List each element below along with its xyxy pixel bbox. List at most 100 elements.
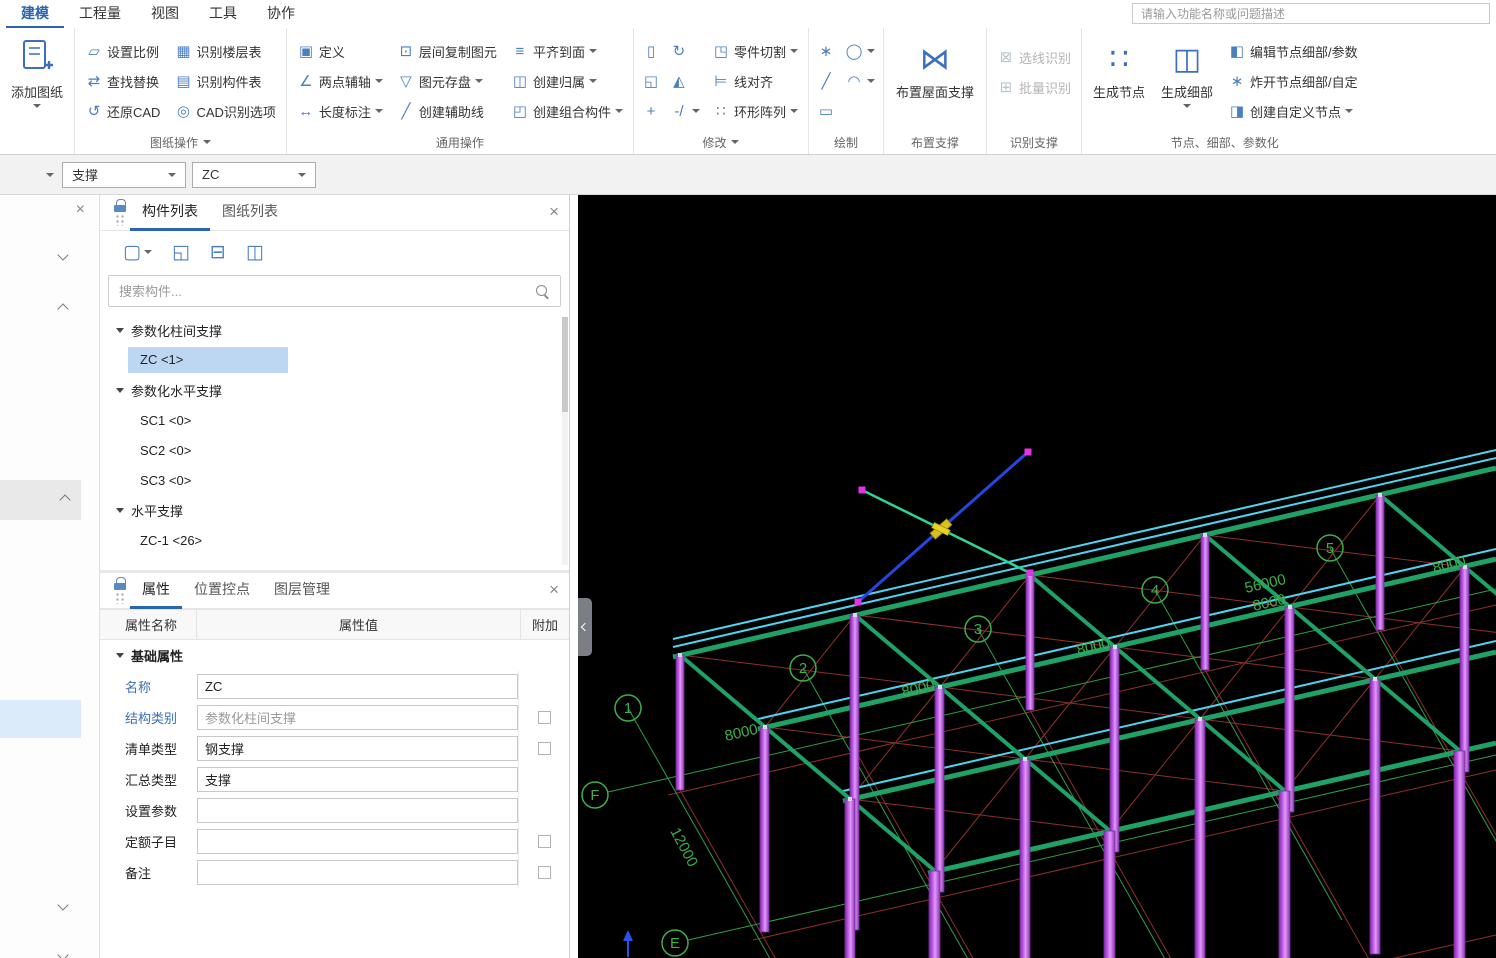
tree-group[interactable]: 参数化柱间支撑 — [100, 315, 569, 345]
tab-properties[interactable]: 属性 — [130, 573, 182, 609]
collapse-chevron-icon[interactable] — [57, 249, 69, 261]
remark-input[interactable] — [197, 860, 518, 885]
global-search-input[interactable] — [1132, 3, 1490, 24]
tab-sheet-list[interactable]: 图纸列表 — [210, 195, 290, 231]
close-icon[interactable]: × — [549, 202, 559, 222]
delete-component-button[interactable]: ⊟ — [203, 239, 233, 266]
create-ownership-button[interactable]: ◫ 创建归属 — [505, 66, 629, 96]
component-search[interactable] — [108, 275, 561, 307]
menu-tab-collaborate[interactable]: 协作 — [252, 0, 310, 28]
panel-grip[interactable] — [110, 577, 130, 604]
align-to-surface-button[interactable]: ≡ 平齐到面 — [505, 36, 629, 66]
two-point-axis-button[interactable]: ∠ 两点辅轴 — [291, 66, 389, 96]
ring-array-button[interactable]: ∷ 环形阵列 — [706, 96, 804, 126]
copy-between-floors-button[interactable]: ⊡ 层间复制图元 — [391, 36, 503, 66]
group-label-sheet-ops[interactable]: 图纸操作 — [79, 130, 282, 154]
copy-component-button[interactable]: ◱ — [165, 239, 197, 266]
menu-tab-tools[interactable]: 工具 — [194, 0, 252, 28]
close-icon[interactable]: × — [549, 580, 559, 600]
model-3d-view[interactable]: 1 2 3 4 5 F E 8000 8000 8000 56000 8000 … — [578, 195, 1496, 958]
scrollbar-thumb[interactable] — [562, 317, 568, 412]
create-composite-button[interactable]: ◰ 创建组合构件 — [505, 96, 629, 126]
add-drawing-button[interactable]: 添加图纸 — [4, 36, 70, 108]
tree-group[interactable]: 参数化水平支撑 — [100, 375, 569, 405]
menu-tab-quantities[interactable]: 工程量 — [64, 0, 136, 28]
delete-button[interactable]: ▯ — [638, 36, 664, 66]
panel-collapse-handle[interactable] — [578, 598, 592, 656]
recognize-floor-table-button[interactable]: ▦ 识别楼层表 — [168, 36, 281, 66]
expand-chevron-icon[interactable] — [57, 303, 69, 315]
tab-component-list[interactable]: 构件列表 — [130, 195, 210, 231]
set-scale-button[interactable]: ▱ 设置比例 — [79, 36, 166, 66]
component-search-input[interactable] — [119, 283, 535, 299]
explode-node-detail-button[interactable]: ∗ 炸开节点细部/自定 — [1222, 66, 1364, 96]
tree-item[interactable]: ZC-1 <26> — [100, 525, 569, 555]
group-label-place-brace: 布置支撑 — [910, 135, 959, 150]
close-icon[interactable]: × — [76, 201, 85, 219]
tab-position-handles[interactable]: 位置控点 — [182, 573, 262, 609]
part-cut-button[interactable]: ◳ 零件切割 — [706, 36, 804, 66]
recognize-by-line-button[interactable]: ⊠ 选线识别 — [991, 42, 1077, 72]
extra-checkbox[interactable] — [537, 835, 551, 848]
place-roof-brace-button[interactable]: ⋈ 布置屋面支撑 — [888, 36, 982, 101]
collapse-chevron-icon[interactable] — [57, 949, 69, 958]
restore-cad-button[interactable]: ↺ 还原CAD — [79, 96, 166, 126]
extra-checkbox[interactable] — [537, 742, 551, 755]
tree-item[interactable]: SC2 <0> — [100, 435, 569, 465]
axis-label: 4 — [1151, 582, 1159, 599]
dock-selected-item[interactable] — [0, 700, 81, 738]
copy-button[interactable]: ◱ — [638, 66, 664, 96]
generate-detail-button[interactable]: ◫ 生成细部 — [1154, 36, 1220, 108]
summary-type-input[interactable]: 支撑 — [197, 767, 518, 792]
save-elements-button[interactable]: ▽ 图元存盘 — [391, 66, 503, 96]
find-replace-button[interactable]: ⇄ 查找替换 — [79, 66, 166, 96]
edit-node-detail-button[interactable]: ◧ 编辑节点细部/参数 — [1222, 36, 1364, 66]
section-basic-properties[interactable]: 基础属性 — [100, 640, 569, 671]
draw-point-button[interactable]: ∗ — [813, 36, 839, 66]
clipped-dropdown[interactable] — [0, 172, 62, 177]
component-dropdown[interactable]: ZC — [192, 161, 316, 188]
collapse-chevron-icon[interactable] — [57, 899, 69, 911]
new-component-button[interactable]: ▢ — [116, 239, 159, 266]
length-annotation-button[interactable]: ↔ 长度标注 — [291, 96, 389, 126]
trim-extend-button[interactable]: -/ — [666, 96, 704, 126]
category-dropdown[interactable]: 支撑 — [62, 161, 186, 188]
extra-checkbox[interactable] — [537, 866, 551, 879]
group-label-modify[interactable]: 修改 — [638, 130, 804, 154]
create-custom-node-button[interactable]: ◨ 创建自定义节点 — [1222, 96, 1364, 126]
rotate-button[interactable]: ↻ — [666, 36, 704, 66]
name-value-input[interactable]: ZC — [197, 674, 518, 699]
store-component-button[interactable]: ◫ — [239, 239, 271, 266]
draw-line-button[interactable]: ╱ — [813, 66, 839, 96]
lock-icon[interactable] — [114, 577, 126, 590]
dock-section[interactable] — [0, 480, 81, 520]
panel-grip[interactable] — [110, 199, 130, 226]
tree-group[interactable]: 水平支撑 — [100, 495, 569, 525]
structure-type-input[interactable]: 参数化柱间支撑 — [197, 705, 518, 730]
tab-layer-management[interactable]: 图层管理 — [262, 573, 342, 609]
quota-item-input[interactable] — [197, 829, 518, 854]
mirror-button[interactable]: ◭ — [666, 66, 704, 96]
generate-node-button[interactable]: ∷ 生成节点 — [1086, 36, 1152, 101]
scrollbar[interactable] — [562, 317, 568, 565]
parameters-input[interactable] — [197, 798, 518, 823]
draw-rect-button[interactable]: ▭ — [813, 96, 839, 126]
line-align-button[interactable]: ⊨ 线对齐 — [706, 66, 804, 96]
list-type-input[interactable]: 钢支撑 — [197, 736, 518, 761]
cad-recognition-options-button[interactable]: ◎ CAD识别选项 — [168, 96, 281, 126]
tree-item[interactable]: SC1 <0> — [100, 405, 569, 435]
draw-arc-button[interactable]: ◠ — [841, 66, 879, 96]
extra-checkbox[interactable] — [537, 711, 551, 724]
tree-item[interactable]: SC3 <0> — [100, 465, 569, 495]
define-button[interactable]: ▣ 定义 — [291, 36, 389, 66]
batch-recognize-button[interactable]: ⊞ 批量识别 — [991, 72, 1077, 102]
move-button[interactable]: + — [638, 96, 664, 126]
viewport-3d[interactable]: 1 2 3 4 5 F E 8000 8000 8000 56000 8000 … — [578, 195, 1496, 958]
create-guideline-button[interactable]: ╱ 创建辅助线 — [391, 96, 503, 126]
menu-tab-modeling[interactable]: 建模 — [6, 0, 64, 28]
menu-tab-view[interactable]: 视图 — [136, 0, 194, 28]
lock-icon[interactable] — [114, 199, 126, 212]
tree-item-selected[interactable]: ZC <1> — [100, 345, 569, 375]
draw-circle-button[interactable]: ◯ — [841, 36, 879, 66]
recognize-component-table-button[interactable]: ▤ 识别构件表 — [168, 66, 281, 96]
